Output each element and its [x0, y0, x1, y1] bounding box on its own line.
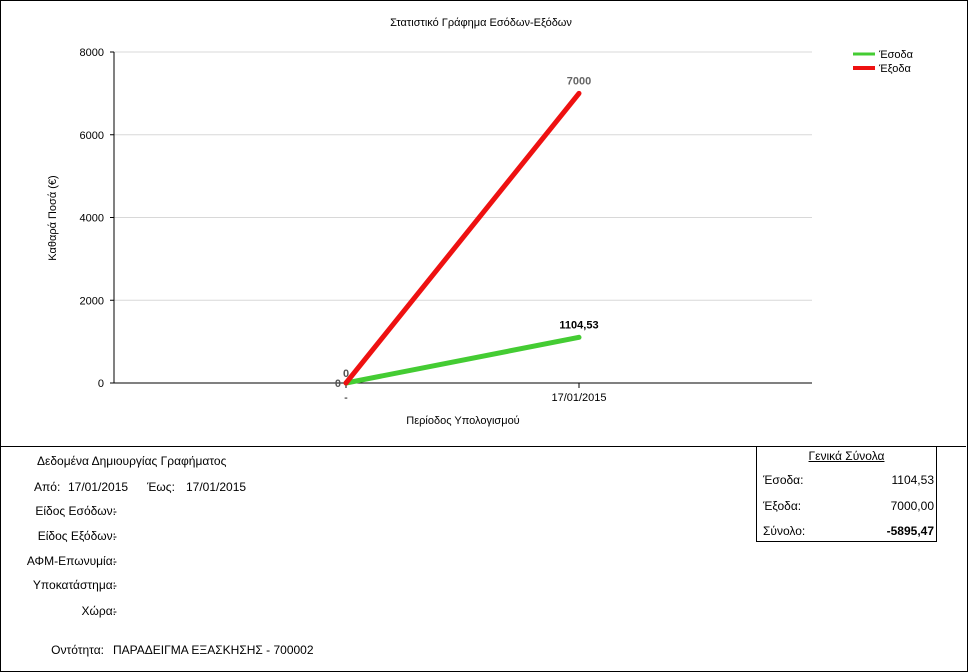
- totals-sum-value: -5895,47: [886, 524, 934, 538]
- legend-label-1: Έσοδα: [878, 49, 914, 61]
- country-label: Χώρα:: [81, 604, 116, 618]
- to-value: 17/01/2015: [186, 480, 247, 494]
- to-label: Έως:: [147, 480, 175, 494]
- y-tick-label: 4000: [80, 213, 104, 225]
- y-tick-label: 0: [98, 378, 104, 390]
- totals-expense-label: Έξοδα:: [763, 499, 802, 513]
- y-tick-label: 8000: [80, 47, 104, 59]
- income-type-label: Είδος Εσόδων:: [35, 504, 116, 518]
- chart-parameters: Δεδομένα Δημιουργίας Γραφήματος Από: 17/…: [0, 447, 740, 670]
- entity-label: Οντότητα:: [51, 643, 104, 657]
- totals-income-value: 1104,53: [891, 473, 935, 487]
- from-value: 17/01/2015: [68, 480, 129, 494]
- totals-expense-value: 7000,00: [890, 499, 934, 513]
- entity-value: ΠΑΡΑΔΕΙΓΜΑ ΕΞΑΣΚΗΣΗΣ - 700002: [113, 643, 314, 657]
- series-line-2: [343, 90, 582, 386]
- y-axis-label: Καθαρά Ποσά (€): [47, 175, 59, 260]
- chart-area: Στατιστικό Γράφημα Εσόδων-Εξόδων 0 2000 400…: [0, 0, 966, 446]
- country-value: -: [113, 604, 117, 618]
- x-tick-label: 17/01/2015: [551, 392, 606, 404]
- totals-income-label: Έσοδα:: [763, 473, 804, 487]
- data-label: 0: [343, 368, 349, 380]
- totals-sum-label: Σύνολο:: [763, 524, 806, 538]
- data-label: 0: [335, 378, 341, 390]
- from-label: Από:: [34, 480, 61, 494]
- section-title: Δεδομένα Δημιουργίας Γραφήματος: [37, 454, 227, 468]
- afm-value: -: [113, 554, 117, 568]
- x-axis-label: Περίοδος Υπολογισμού: [406, 415, 519, 427]
- series-line-1: [343, 334, 582, 386]
- expense-type-label: Είδος Εξόδων:: [37, 529, 116, 543]
- y-tick-label: 6000: [80, 130, 104, 142]
- branch-label: Υποκατάστημα:: [32, 578, 116, 592]
- data-label: 1104,53: [559, 319, 598, 331]
- x-tick-label: -: [344, 392, 348, 404]
- branch-value: -: [113, 578, 117, 592]
- afm-label: ΑΦΜ-Επωνυμία:: [26, 554, 116, 568]
- totals-title: Γενικά Σύνολα: [808, 449, 885, 463]
- income-type-value: -: [113, 504, 117, 518]
- expense-type-value: -: [113, 529, 117, 543]
- y-tick-label: 2000: [80, 295, 104, 307]
- chart-title: Στατιστικό Γράφημα Εσόδων-Εξόδων: [390, 17, 572, 29]
- data-label: 7000: [567, 75, 591, 87]
- line-chart: Στατιστικό Γράφημα Εσόδων-Εξόδων 0 2000 400…: [47, 17, 914, 427]
- legend-label-2: Έξοδα: [878, 63, 911, 75]
- totals-box: Γενικά Σύνολα Έσοδα: 1104,53 Έξοδα: 7000…: [756, 446, 937, 542]
